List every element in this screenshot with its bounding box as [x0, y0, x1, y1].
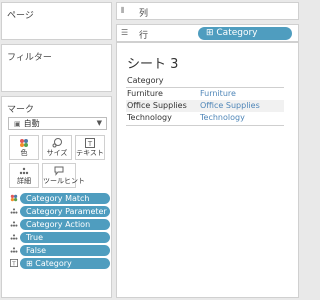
rows-icon: ☰: [121, 28, 129, 37]
mark-field-false[interactable]: False: [6, 245, 110, 256]
detail-icon: [10, 166, 38, 177]
mark-type-icon: ▣: [14, 120, 21, 128]
columns-label: 列: [139, 9, 149, 19]
text-icon: T: [9, 259, 19, 268]
text-button[interactable]: T テキスト: [75, 135, 105, 160]
color-button[interactable]: 色: [9, 135, 39, 160]
filters-panel: フィルター: [1, 44, 112, 92]
sheet-view: シート 3 Category Furniture Furniture Offic…: [116, 42, 299, 298]
tooltip-button[interactable]: ツールヒント: [42, 163, 85, 188]
size-button[interactable]: サイズ: [42, 135, 72, 160]
rows-category-pill[interactable]: ⊞ Category: [198, 27, 292, 40]
columns-shelf[interactable]: ⦀ 列: [116, 2, 299, 20]
detail-icon: [9, 207, 19, 216]
pages-panel: ページ: [1, 2, 112, 40]
row-category: Technology: [127, 113, 172, 122]
pages-title: ページ: [7, 11, 34, 21]
table-row[interactable]: Office Supplies Office Supplies: [126, 100, 284, 112]
mark-field-pill[interactable]: ⊞ Category: [20, 258, 110, 269]
marks-title: マーク: [7, 105, 35, 115]
tooltip-button-label: ツールヒント: [43, 177, 85, 185]
mark-field-pill[interactable]: Category Parameter: [20, 206, 110, 217]
detail-icon: [9, 246, 19, 255]
row-value[interactable]: Technology: [200, 113, 245, 122]
mark-field-pill[interactable]: False: [20, 245, 110, 256]
svg-text:T: T: [11, 261, 16, 267]
rows-label: 行: [139, 31, 149, 41]
mark-field-category-match[interactable]: Category Match: [6, 193, 110, 204]
rows-shelf[interactable]: ☰ 行 ⊞ Category: [116, 24, 299, 42]
size-icon: [43, 138, 71, 149]
detail-icon: [9, 220, 19, 229]
mark-field-true[interactable]: True: [6, 232, 110, 243]
svg-text:T: T: [87, 140, 93, 148]
marks-panel: マーク ▣ 自動 ▼ 色 サイズ T テキスト 詳細 ツールヒント Catego…: [1, 96, 112, 298]
table-row[interactable]: Furniture Furniture: [126, 88, 284, 100]
columns-icon: ⦀: [121, 6, 125, 15]
detail-button-label: 詳細: [17, 177, 31, 185]
mark-field-category-action[interactable]: Category Action: [6, 219, 110, 230]
detail-icon: [9, 233, 19, 242]
size-button-label: サイズ: [46, 149, 68, 157]
table-row[interactable]: Technology Technology: [126, 112, 284, 124]
color-button-label: 色: [20, 149, 28, 157]
filters-title: フィルター: [7, 53, 52, 63]
table-bottom-divider: [126, 125, 284, 126]
tooltip-icon: [43, 166, 75, 177]
detail-button[interactable]: 詳細: [9, 163, 39, 188]
row-value[interactable]: Furniture: [200, 89, 236, 98]
mark-field-pill[interactable]: Category Match: [20, 193, 110, 204]
chevron-down-icon: ▼: [96, 119, 102, 127]
mark-type-dropdown[interactable]: ▣ 自動 ▼: [8, 117, 107, 130]
sheet-title: シート 3: [127, 57, 179, 72]
mark-field-category[interactable]: T ⊞ Category: [6, 258, 110, 269]
text-button-label: テキスト: [76, 149, 104, 157]
color-dots-icon: [10, 138, 38, 149]
mark-field-category-parameter[interactable]: Category Parameter: [6, 206, 110, 217]
row-category: Office Supplies: [127, 101, 187, 110]
mark-type-value: 自動: [23, 119, 40, 128]
row-category: Furniture: [127, 89, 163, 98]
column-header: Category: [127, 76, 164, 85]
text-icon: T: [76, 138, 104, 149]
color-dots-icon: [9, 194, 19, 203]
mark-field-pill[interactable]: True: [20, 232, 110, 243]
mark-field-pill[interactable]: Category Action: [20, 219, 110, 230]
row-value[interactable]: Office Supplies: [200, 101, 260, 110]
